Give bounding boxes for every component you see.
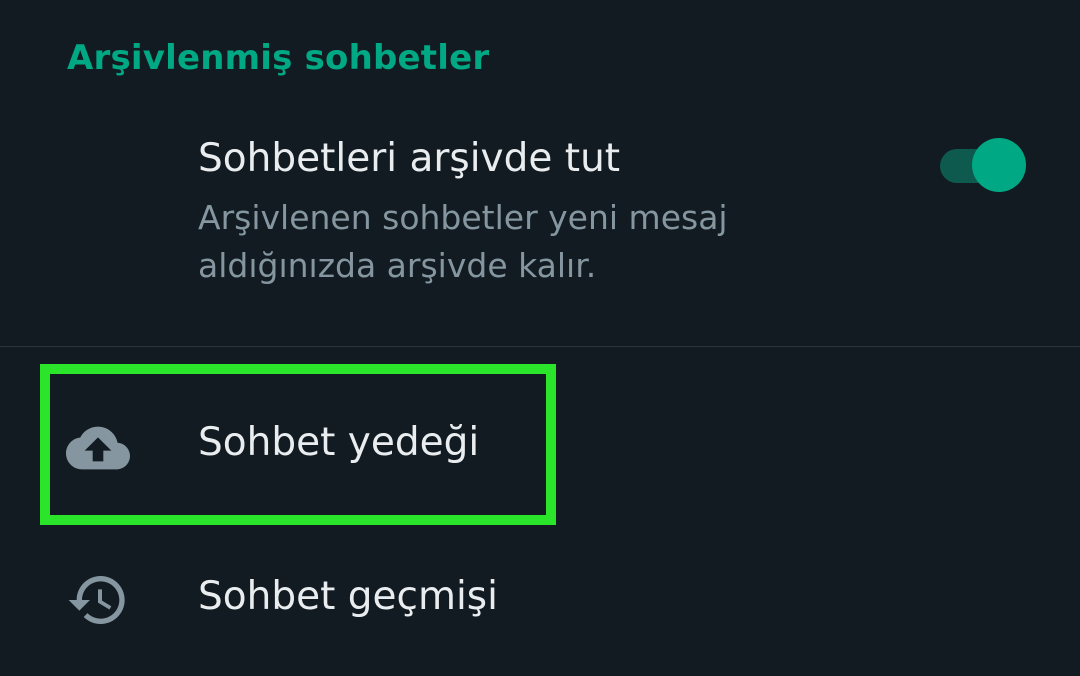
chat-history-label: Sohbet geçmişi bbox=[198, 574, 498, 619]
setting-description: Arşivlenen sohbetler yeni mesaj aldığını… bbox=[198, 198, 728, 285]
setting-title: Sohbetleri arşivde tut bbox=[198, 136, 621, 181]
chat-backup-item[interactable]: Sohbet yedeği bbox=[0, 372, 1080, 522]
history-icon bbox=[66, 568, 130, 632]
toggle-thumb bbox=[972, 138, 1026, 192]
section-header: Arşivlenmiş sohbetler bbox=[67, 38, 490, 78]
keep-archived-toggle[interactable] bbox=[938, 134, 1030, 192]
cloud-upload-icon bbox=[66, 416, 130, 480]
chat-history-item[interactable]: Sohbet geçmişi bbox=[0, 526, 1080, 676]
keep-chats-archived-setting[interactable]: Sohbetleri arşivde tut Arşivlenen sohbet… bbox=[0, 110, 1080, 346]
chat-backup-label: Sohbet yedeği bbox=[198, 420, 480, 465]
divider bbox=[0, 346, 1080, 347]
